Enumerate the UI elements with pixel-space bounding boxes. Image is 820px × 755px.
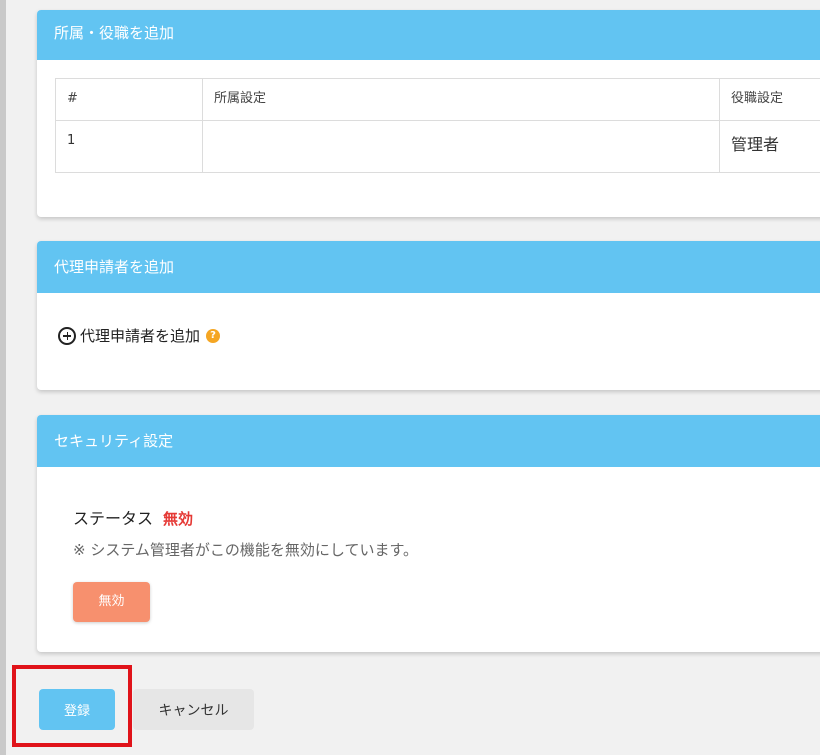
security-note: ※ システム管理者がこの機能を無効にしています。 xyxy=(73,541,418,559)
column-header-department: 所属設定 xyxy=(202,78,720,121)
security-card-title: セキュリティ設定 xyxy=(37,415,820,467)
table-header-row: # 所属設定 役職設定 xyxy=(55,78,820,121)
affiliation-card: 所属・役職を追加 # 所属設定 役職設定 1 管理者 xyxy=(37,10,820,217)
status-value: 無効 xyxy=(163,510,194,528)
row-number: 1 xyxy=(55,120,203,173)
cancel-button[interactable]: キャンセル xyxy=(133,689,254,730)
question-circle-icon[interactable]: ? xyxy=(206,328,221,343)
row-department[interactable] xyxy=(202,120,720,173)
register-button[interactable]: 登録 xyxy=(39,689,115,730)
security-settings-card: セキュリティ設定 ステータス 無効 ※ システム管理者がこの機能を無効にしています… xyxy=(37,415,820,652)
add-proxy-label[interactable]: 代理申請者を追加 xyxy=(80,325,200,346)
column-header-role: 役職設定 xyxy=(719,78,820,121)
proxy-card-title: 代理申請者を追加 xyxy=(37,241,820,293)
table-row: 1 管理者 xyxy=(55,120,820,173)
disabled-toggle-button[interactable]: 無効 xyxy=(73,582,150,622)
status-row: ステータス 無効 xyxy=(73,505,193,529)
column-header-number: # xyxy=(55,78,203,121)
add-proxy-applicant-link[interactable]: 代理申請者を追加 ? xyxy=(58,325,221,346)
status-label: ステータス xyxy=(73,509,154,528)
proxy-applicant-card: 代理申請者を追加 代理申請者を追加 ? xyxy=(37,241,820,390)
affiliation-card-title: 所属・役職を追加 xyxy=(37,10,820,60)
affiliation-table: # 所属設定 役職設定 1 管理者 xyxy=(55,78,820,173)
row-role[interactable]: 管理者 xyxy=(719,120,820,173)
add-circle-icon[interactable] xyxy=(58,326,76,345)
